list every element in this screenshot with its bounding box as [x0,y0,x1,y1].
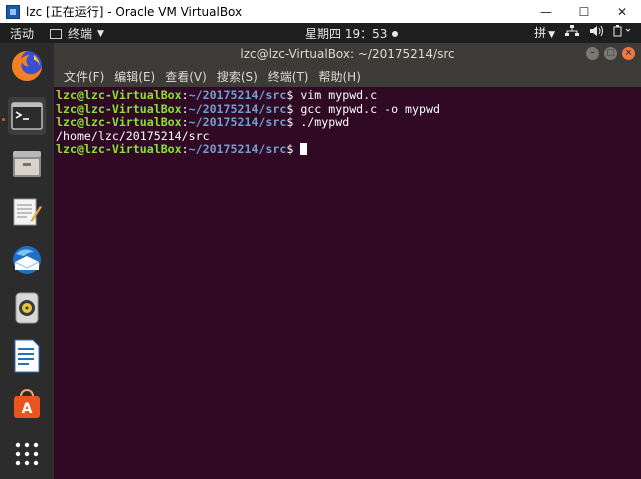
firefox-icon [12,51,42,81]
terminal-icon [11,102,43,130]
output-text: /home/lzc/20175214/src [56,128,210,143]
terminal-title: lzc@lzc-VirtualBox: ~/20175214/src [240,47,455,61]
dock-item-show-applications[interactable] [8,435,46,473]
active-indicator [2,118,5,121]
app-menu[interactable]: 终端 ▼ [50,25,104,42]
input-method-indicator[interactable]: 拼 ▼ [534,24,555,41]
dock-item-files[interactable] [8,145,46,183]
maximize-button[interactable]: ☐ [565,0,603,23]
terminal-line: lzc@lzc-VirtualBox:~/20175214/src$ [56,142,639,157]
clock[interactable]: 星期四 19：53 [305,25,399,42]
files-icon [13,151,41,177]
thunderbird-icon [13,246,41,274]
dock-item-software-center[interactable]: A [8,385,46,423]
terminal-output[interactable]: lzc@lzc-VirtualBox:~/20175214/src$ vim m… [54,88,641,479]
command-text: ./mypwd [300,115,350,129]
terminal-titlebar[interactable]: lzc@lzc-VirtualBox: ~/20175214/src – □ × [54,43,641,65]
menu-search[interactable]: 搜索(S) [217,68,258,85]
power-menu[interactable] [613,25,633,40]
terminal-line: lzc@lzc-VirtualBox:~/20175214/src$ gcc m… [56,101,440,116]
menu-edit[interactable]: 编辑(E) [114,68,155,85]
terminal-line: lzc@lzc-VirtualBox:~/20175214/src$ ./myp… [56,115,350,129]
dock-item-rhythmbox[interactable] [8,289,46,327]
app-grid-icon [15,442,39,466]
menu-terminal[interactable]: 终端(T) [268,68,309,85]
rhythmbox-icon [15,292,39,324]
network-icon[interactable] [565,25,579,40]
ubuntu-top-bar: 活动 终端 ▼ 星期四 19：53 拼 ▼ [0,23,641,43]
dock-item-writer[interactable] [8,337,46,375]
menu-help[interactable]: 帮助(H) [319,68,361,85]
text-cursor [300,143,308,155]
dock: A [0,43,54,479]
dock-item-firefox[interactable] [8,47,46,85]
svg-text:A: A [22,401,33,417]
terminal-window-controls: – □ × [586,47,635,60]
command-text: vim mypwd.c [300,88,378,102]
text-editor-icon [13,198,42,226]
terminal-close-button[interactable]: × [622,47,635,60]
app-menu-label: 终端 [68,27,93,41]
menu-file[interactable]: 文件(F) [64,68,104,85]
notification-dot-icon [392,30,399,37]
writer-icon [14,339,40,373]
terminal-minimize-button[interactable]: – [586,47,599,60]
chevron-down-icon: ▼ [97,28,104,39]
software-center-icon: A [14,389,40,418]
chevron-down-icon: ▼ [548,30,555,40]
dock-item-thunderbird[interactable] [8,241,46,279]
clock-label: 星期四 19：53 [305,27,388,41]
minimize-button[interactable]: — [527,0,565,23]
host-window-titlebar: lzc [正在运行] - Oracle VM VirtualBox — ☐ ✕ [0,0,641,24]
virtualbox-icon [6,4,20,19]
terminal-maximize-button[interactable]: □ [604,47,617,60]
terminal-window: lzc@lzc-VirtualBox: ~/20175214/src – □ ×… [54,43,641,479]
dock-item-text-editor[interactable] [8,193,46,231]
terminal-line: lzc@lzc-VirtualBox:~/20175214/src$ vim m… [56,88,378,102]
terminal-output-line: /home/lzc/20175214/src [56,128,639,144]
terminal-small-icon [50,28,62,39]
terminal-menubar: 文件(F) 编辑(E) 查看(V) 搜索(S) 终端(T) 帮助(H) [54,65,641,87]
system-tray: 拼 ▼ [534,24,633,41]
command-text: gcc mypwd.c -o mypwd [300,101,440,116]
menu-view[interactable]: 查看(V) [165,68,207,85]
close-button[interactable]: ✕ [603,0,641,23]
host-window-controls: — ☐ ✕ [527,0,641,23]
volume-icon[interactable] [589,25,603,40]
activities-button[interactable]: 活动 [10,25,34,42]
host-window-title: lzc [正在运行] - Oracle VM VirtualBox [26,5,243,19]
dock-item-terminal[interactable] [8,97,46,135]
